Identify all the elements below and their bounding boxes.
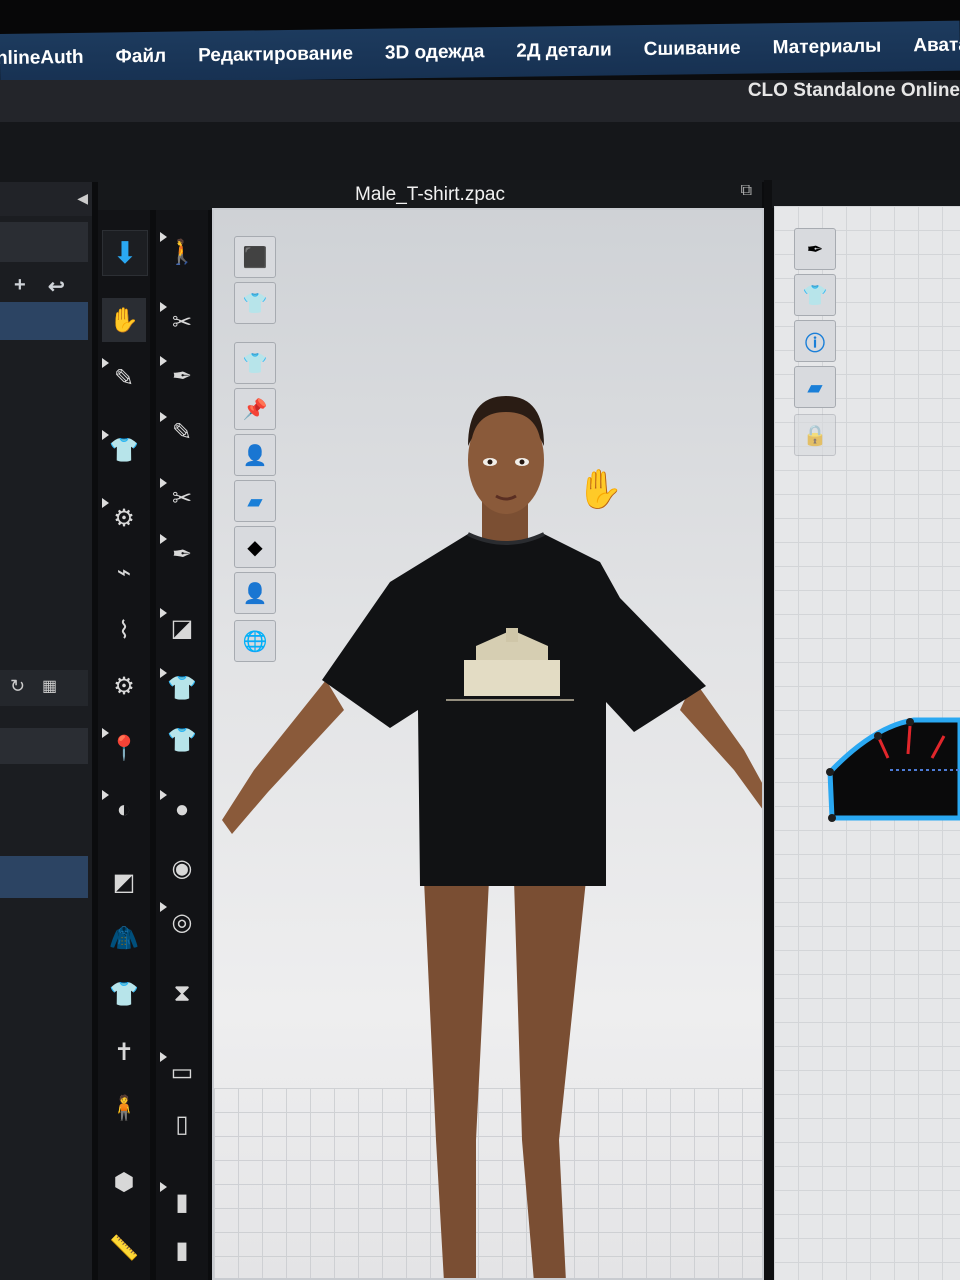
2d-pattern-window[interactable]: ✒ 👕 ⓘ ▰ 🔒: [774, 206, 960, 1280]
tack-icon[interactable]: ◐: [102, 788, 146, 832]
list-item-selected[interactable]: [0, 856, 88, 898]
tshirt-icon[interactable]: 👕: [102, 972, 146, 1016]
tape-icon[interactable]: 📏: [102, 1226, 146, 1270]
checker-tshirt-icon[interactable]: 👕: [160, 718, 204, 762]
pin-icon[interactable]: 📍: [102, 726, 146, 770]
panel-toolbar: ↻ ▦: [0, 670, 88, 706]
2d-window-header: [772, 180, 960, 208]
list-item-selected[interactable]: [0, 302, 88, 340]
zipper-icon[interactable]: ⧗: [160, 972, 204, 1016]
toolbar-band: [0, 122, 960, 182]
menu-sewing[interactable]: Сшивание: [628, 37, 757, 61]
lasso-pen-icon[interactable]: ✎: [102, 356, 146, 400]
menu-avatar[interactable]: Аватар: [897, 34, 960, 57]
collapse-arrow-icon[interactable]: ◀: [77, 190, 88, 207]
pen-icon[interactable]: ✒: [160, 354, 204, 398]
viewport-tab: Male_T-shirt.zpac ⧉: [98, 180, 762, 210]
hand-cursor-icon: ✋: [576, 469, 624, 511]
menu-file[interactable]: Файл: [99, 45, 182, 68]
panel-divider[interactable]: [764, 180, 774, 1280]
roll-icon[interactable]: ▭: [160, 1050, 204, 1094]
file-name: Male_T-shirt.zpac: [355, 184, 505, 205]
fabric-gradient-icon[interactable]: ▮: [160, 1228, 204, 1272]
panel-row: [0, 222, 88, 262]
texture-icon[interactable]: ▰: [794, 366, 836, 408]
edit-curve-icon[interactable]: ✂: [160, 300, 204, 344]
undo-icon[interactable]: ↩: [48, 274, 65, 299]
object-browser-panel: ◀ + ↩ ↻ ▦: [0, 182, 92, 1280]
graphic-icon[interactable]: ◪: [160, 606, 204, 650]
needle-icon[interactable]: ✒: [794, 228, 836, 270]
avatar-icon[interactable]: 🧍: [102, 1086, 146, 1130]
lock-garment-icon[interactable]: 🔒: [794, 414, 836, 456]
down-arrow-icon[interactable]: ⬇: [102, 230, 148, 276]
refresh-icon[interactable]: ↻: [10, 676, 25, 697]
3d-viewport[interactable]: ⬛ 👕 👕 📌 👤 ▰ ◆ 👤 🌐 ✋: [212, 208, 764, 1280]
panel-header: ◀: [0, 182, 92, 216]
sew-icon[interactable]: ✒: [160, 532, 204, 576]
buttonhole-icon[interactable]: ◎: [160, 900, 204, 944]
avatar-model: [222, 396, 762, 1278]
menu-3d-garment[interactable]: 3D одежда: [369, 41, 501, 65]
garment-fit-icon[interactable]: 👕: [102, 428, 146, 472]
hand-select-icon[interactable]: ✋: [102, 298, 146, 342]
fold-icon[interactable]: ◩: [102, 860, 146, 904]
mannequin-icon[interactable]: ✝: [102, 1030, 146, 1074]
info-icon[interactable]: ⓘ: [794, 320, 836, 362]
menu-materials[interactable]: Материалы: [757, 35, 898, 59]
sewing-free-icon[interactable]: ⌇: [102, 608, 146, 652]
button-icon[interactable]: ●: [160, 788, 204, 832]
menu-2d-pattern[interactable]: 2Д детали: [500, 39, 628, 63]
pattern-tshirt-icon[interactable]: 👕: [160, 666, 204, 710]
sewing-segment-icon[interactable]: ⌁: [102, 550, 146, 594]
sewing-machine-icon[interactable]: ⚙: [102, 496, 146, 540]
menu-edit[interactable]: Редактирование: [182, 43, 369, 68]
jacket-icon[interactable]: 🧥: [102, 916, 146, 960]
puzzle-icon[interactable]: ⬢: [102, 1160, 146, 1204]
tool-column-1: ⬇ ✋ ✎ 👕 ⚙ ⌁ ⌇ ⚙ 📍 ◐ ◩ 🧥 👕 ✝ 🧍 ⬢ 📏: [98, 210, 150, 1280]
add-button[interactable]: +: [14, 274, 26, 297]
show-garment-icon[interactable]: 👕: [794, 274, 836, 316]
sewing-multi-icon[interactable]: ⚙: [102, 664, 146, 708]
title-bar: CLO Standalone Online: [0, 80, 960, 122]
cut-icon[interactable]: ✂: [160, 476, 204, 520]
knife-icon[interactable]: ✎: [160, 410, 204, 454]
panel-row: [0, 728, 88, 764]
walk-icon[interactable]: 🚶: [160, 230, 204, 274]
button-round-icon[interactable]: ◉: [160, 846, 204, 890]
window-title: CLO Standalone Online: [747, 80, 960, 101]
grid-icon[interactable]: ▦: [42, 676, 57, 696]
pattern-piece[interactable]: [774, 706, 960, 846]
app-name: nlineAuth: [0, 46, 84, 70]
fabric-icon[interactable]: ▯: [160, 1102, 204, 1146]
tool-column-2: 🚶 ✂ ✒ ✎ ✂ ✒ ◪ 👕 👕 ● ◉ ◎ ⧗ ▭ ▯ ▮ ▮: [156, 210, 208, 1280]
fabric-flat-icon[interactable]: ▮: [160, 1180, 204, 1224]
popout-icon[interactable]: ⧉: [741, 182, 752, 200]
